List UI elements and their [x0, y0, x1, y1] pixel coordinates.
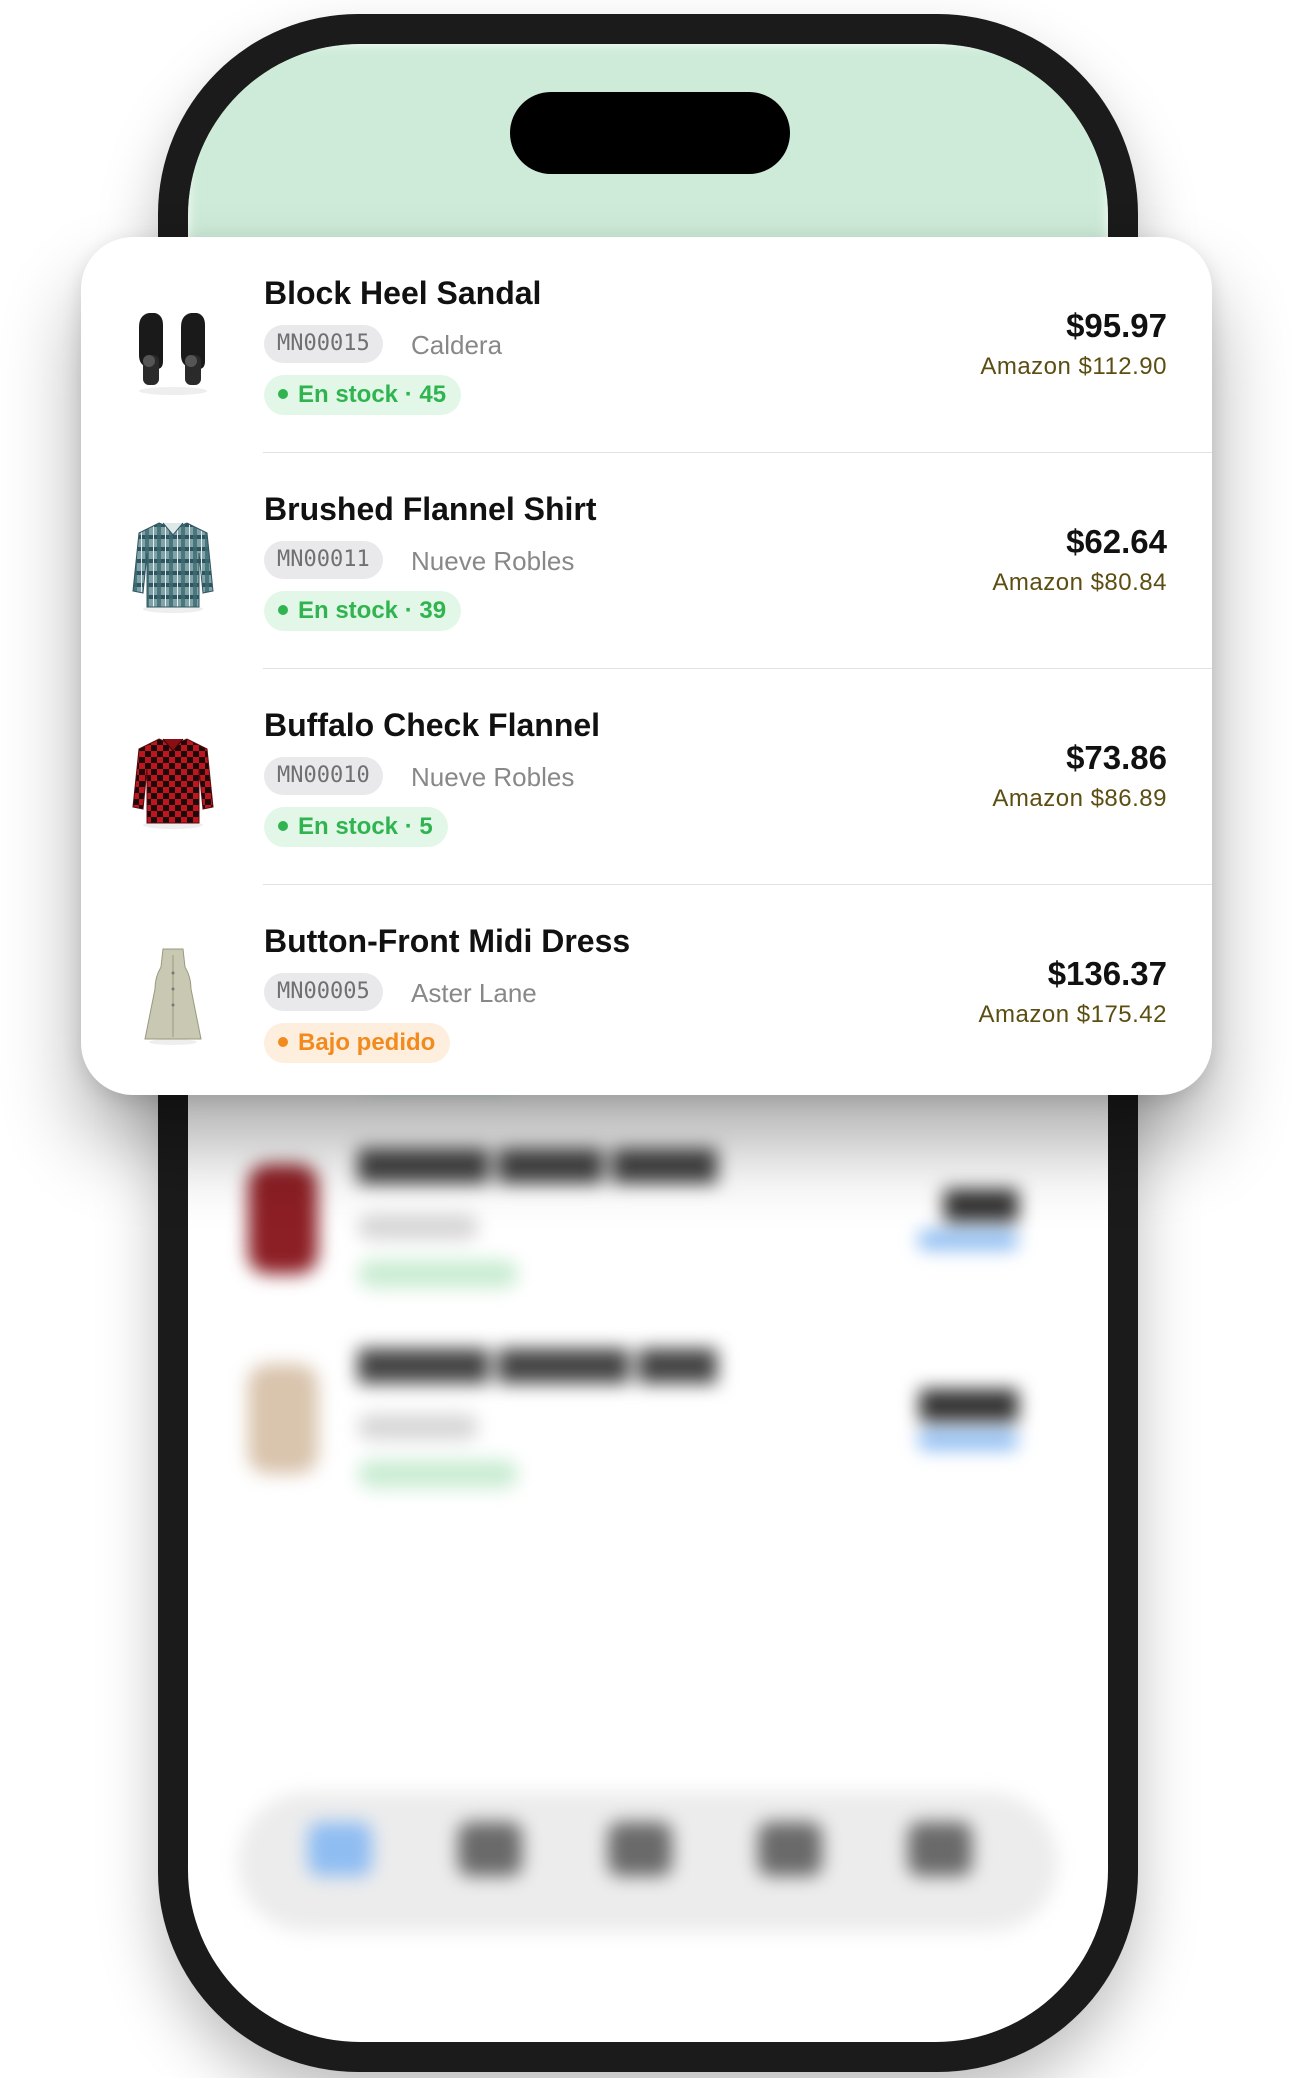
tab-icon — [458, 1822, 522, 1876]
product-row[interactable]: Block Heel Sandal MN00015 Caldera En sto… — [81, 237, 1212, 453]
stock-badge — [358, 1260, 518, 1288]
brand-name: Nueve Robles — [411, 546, 575, 576]
brand-name: Nueve Robles — [411, 762, 575, 792]
list-item-title: ▇▇▇▇▇ ▇▇▇▇▇ ▇▇▇ — [358, 1345, 717, 1383]
stock-badge: En stock · 45 — [264, 375, 462, 415]
brand-name: Aster Lane — [411, 978, 537, 1008]
stock-label: Bajo pedido — [298, 1029, 436, 1056]
product-row[interactable]: Buffalo Check Flannel MN00010 Nueve Robl… — [81, 669, 1212, 885]
tab-bar — [238, 1792, 1058, 1932]
sku-badge: MN00005 — [264, 973, 383, 1011]
amazon-price: Amazon $80.84 — [992, 569, 1167, 596]
stock-label: En stock · 39 — [298, 597, 447, 624]
amazon-price: Amazon $175.42 — [978, 1001, 1167, 1028]
dress-icon — [144, 948, 202, 1045]
shirt-icon — [132, 738, 214, 829]
brand-name: Caldera — [411, 330, 503, 360]
sku-badge: MN00011 — [264, 541, 383, 579]
tab-icon — [308, 1822, 372, 1876]
status-dot-icon — [278, 1036, 288, 1047]
product-row[interactable]: Button-Front Midi Dress MN00005 Aster La… — [81, 885, 1212, 1095]
shoe-thumbnail — [248, 1364, 318, 1474]
stock-badge: En stock · 39 — [264, 591, 462, 631]
product-name: Block Heel Sandal — [264, 275, 542, 311]
sku-badge: MN00010 — [264, 757, 383, 795]
stock-badge: En stock · 5 — [264, 807, 448, 847]
shirt-thumbnail — [248, 1164, 318, 1274]
price: ▇▇▇▇ — [919, 1385, 1018, 1421]
amazon-price: Amazon $86.89 — [992, 785, 1167, 812]
tab-icon — [608, 1822, 672, 1876]
stock-label: En stock · 5 — [298, 813, 433, 840]
product-list-card: Block Heel Sandal MN00015 Caldera En sto… — [81, 237, 1212, 1095]
product-name: Buffalo Check Flannel — [264, 707, 601, 743]
secondary-price — [918, 1430, 1018, 1450]
list-item-title: ▇▇▇▇▇ ▇▇▇▇ ▇▇▇▇ — [358, 1145, 717, 1183]
product-name: Button-Front Midi Dress — [264, 923, 631, 959]
stock-label: En stock · 45 — [298, 381, 447, 408]
stock-badge: Bajo pedido — [264, 1023, 451, 1063]
status-dot-icon — [278, 604, 288, 615]
tab-icon — [758, 1822, 822, 1876]
amazon-price: Amazon $112.90 — [980, 353, 1167, 380]
price: $136.37 — [1047, 955, 1167, 992]
price: $95.97 — [1066, 307, 1167, 344]
sandal-icon — [139, 313, 207, 395]
list-item: ▇▇▇▇▇ ▇▇▇▇▇ ▇▇▇ ▇▇▇▇ — [248, 1324, 1048, 1524]
product-row[interactable]: Brushed Flannel Shirt MN00011 Nueve Robl… — [81, 453, 1212, 669]
sku-badge: MN00015 — [264, 325, 383, 363]
list-item: ▇▇▇▇▇ ▇▇▇▇ ▇▇▇▇ ▇▇▇ — [248, 1124, 1048, 1324]
shirt-icon — [132, 522, 214, 613]
product-name: Brushed Flannel Shirt — [264, 491, 597, 527]
stock-badge — [358, 1460, 518, 1488]
status-dot-icon — [278, 820, 288, 831]
price: $73.86 — [1066, 739, 1167, 776]
price: ▇▇▇ — [944, 1185, 1018, 1221]
status-dot-icon — [278, 388, 288, 399]
sku-badge — [358, 1214, 478, 1240]
sku-badge — [358, 1414, 478, 1440]
secondary-price — [918, 1230, 1018, 1250]
price: $62.64 — [1066, 523, 1167, 560]
tab-icon — [908, 1822, 972, 1876]
